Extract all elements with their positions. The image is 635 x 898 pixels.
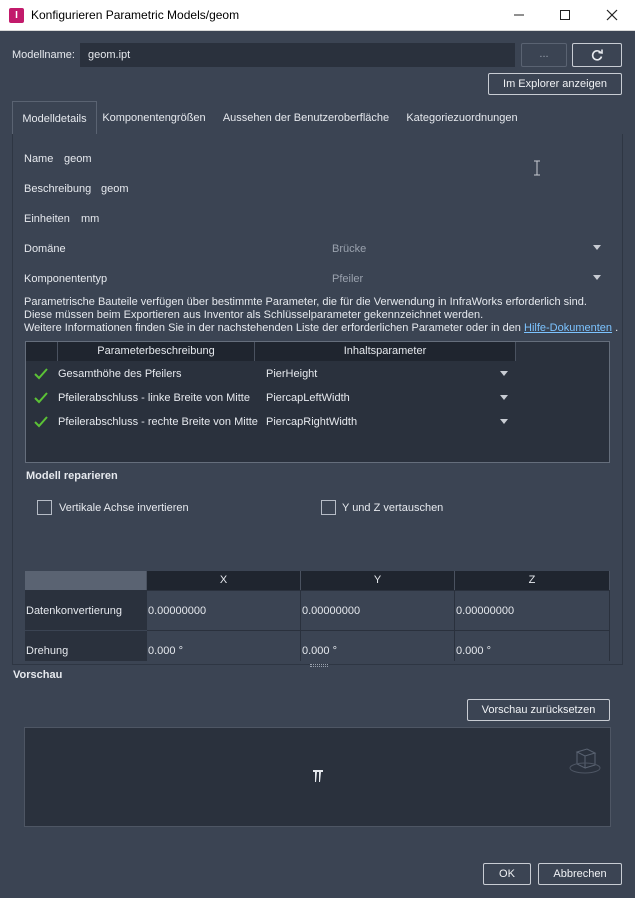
splitter-handle[interactable] <box>310 664 328 667</box>
param-description: Gesamthöhe des Pfeilers <box>58 368 182 380</box>
grid-corner-header <box>26 342 58 361</box>
component-type-dropdown[interactable]: Pfeiler <box>328 266 608 290</box>
domain-dropdown[interactable]: Brücke <box>328 236 608 260</box>
component-type-label: Komponententyp <box>24 273 108 285</box>
view-cube-icon[interactable] <box>565 744 605 776</box>
domain-dropdown-value: Brücke <box>332 243 367 255</box>
table-row[interactable]: Gesamthöhe des Pfeilers PierHeight <box>26 363 516 387</box>
preview-viewport[interactable] <box>24 727 611 827</box>
info-line-3-end: . <box>615 322 619 334</box>
app-icon: I <box>9 8 24 23</box>
tab-category-mapping[interactable]: Kategoriezuordnungen <box>400 101 524 135</box>
x-header: X <box>147 571 301 590</box>
info-line-3-text: Weitere Informationen finden Sie in der … <box>24 322 521 334</box>
param-description: Pfeilerabschluss - linke Breite von Mitt… <box>58 392 250 404</box>
tab-ui-appearance[interactable]: Aussehen der Benutzeroberfläche <box>216 101 396 135</box>
minimize-button[interactable] <box>496 0 542 31</box>
maximize-button[interactable] <box>542 0 588 31</box>
close-icon <box>606 9 618 21</box>
component-type-dropdown-value: Pfeiler <box>332 273 364 285</box>
show-in-explorer-button[interactable]: Im Explorer anzeigen <box>488 73 622 95</box>
ok-button[interactable]: OK <box>483 863 531 885</box>
name-value: geom <box>64 153 92 165</box>
check-icon <box>34 416 48 428</box>
param-description-header: Parameterbeschreibung <box>58 342 255 361</box>
check-icon <box>34 368 48 380</box>
refresh-icon <box>591 49 603 61</box>
info-line-2: Diese müssen beim Exportieren aus Invent… <box>24 309 484 321</box>
z-header: Z <box>455 571 610 590</box>
rotation-y[interactable]: 0.000 ° <box>301 631 455 661</box>
info-line-1: Parametrische Bauteile verfügen über bes… <box>24 296 587 308</box>
data-conversion-row-header: Datenkonvertierung <box>25 591 147 631</box>
table-row[interactable]: Pfeilerabschluss - rechte Breite von Mit… <box>26 411 516 435</box>
transform-corner-header <box>25 571 147 590</box>
cancel-button[interactable]: Abbrechen <box>538 863 622 885</box>
transform-table: X Y Z Datenkonvertierung 0.00000000 0.00… <box>25 571 610 661</box>
name-label: Name <box>24 153 54 165</box>
model-name-value: geom.ipt <box>88 49 131 61</box>
y-header: Y <box>301 571 455 590</box>
swap-yz-label: Y und Z vertauschen <box>342 502 444 514</box>
repair-section-title: Modell reparieren <box>26 470 118 482</box>
param-description: Pfeilerabschluss - rechte Breite von Mit… <box>58 416 258 428</box>
param-value: PierHeight <box>266 368 318 380</box>
model-preview-icon <box>313 770 323 782</box>
close-button[interactable] <box>589 0 635 31</box>
check-icon <box>34 392 48 404</box>
refresh-button[interactable] <box>572 43 622 67</box>
data-conversion-z[interactable]: 0.00000000 <box>455 591 610 631</box>
content-parameter-header: Inhaltsparameter <box>255 342 516 361</box>
chevron-down-icon <box>593 275 601 280</box>
rotation-z[interactable]: 0.000 ° <box>455 631 610 661</box>
chevron-down-icon[interactable] <box>500 371 508 376</box>
units-value: mm <box>81 213 100 225</box>
invert-axis-label: Vertikale Achse invertieren <box>59 502 189 514</box>
domain-label: Domäne <box>24 243 66 255</box>
window-title: Konfigurieren Parametric Models/geom <box>31 8 240 22</box>
model-name-label: Modellname: <box>12 49 75 61</box>
description-label: Beschreibung <box>24 183 92 195</box>
rotation-row-header: Drehung <box>25 631 147 661</box>
browse-button[interactable]: ... <box>521 43 567 67</box>
units-label: Einheiten <box>24 213 70 225</box>
param-value: PiercapLeftWidth <box>266 392 350 404</box>
model-name-field[interactable]: geom.ipt <box>80 43 515 67</box>
text-cursor-icon <box>534 160 540 176</box>
chevron-down-icon[interactable] <box>500 395 508 400</box>
param-value: PiercapRightWidth <box>266 416 358 428</box>
tab-component-sizes[interactable]: Komponentengrößen <box>98 101 210 135</box>
data-conversion-x[interactable]: 0.00000000 <box>147 591 301 631</box>
tab-model-details[interactable]: Modelldetails <box>12 101 97 135</box>
chevron-down-icon[interactable] <box>500 419 508 424</box>
tab-bar: Modelldetails Komponentengrößen Aussehen… <box>12 101 623 135</box>
maximize-icon <box>560 10 570 20</box>
preview-section-title: Vorschau <box>13 669 63 681</box>
invert-axis-checkbox[interactable] <box>37 500 52 515</box>
table-row[interactable]: Pfeilerabschluss - linke Breite von Mitt… <box>26 387 516 411</box>
minimize-icon <box>514 14 524 16</box>
rotation-x[interactable]: 0.000 ° <box>147 631 301 661</box>
description-value: geom <box>101 183 129 195</box>
chevron-down-icon <box>593 245 601 250</box>
data-conversion-y[interactable]: 0.00000000 <box>301 591 455 631</box>
help-docs-link[interactable]: Hilfe-Dokumenten <box>524 322 612 334</box>
reset-preview-button[interactable]: Vorschau zurücksetzen <box>467 699 610 721</box>
swap-yz-checkbox[interactable] <box>321 500 336 515</box>
parameter-grid: Parameterbeschreibung Inhaltsparameter G… <box>25 341 610 463</box>
info-line-3: Weitere Informationen finden Sie in der … <box>24 322 618 334</box>
title-bar: I Konfigurieren Parametric Models/geom <box>0 0 635 31</box>
